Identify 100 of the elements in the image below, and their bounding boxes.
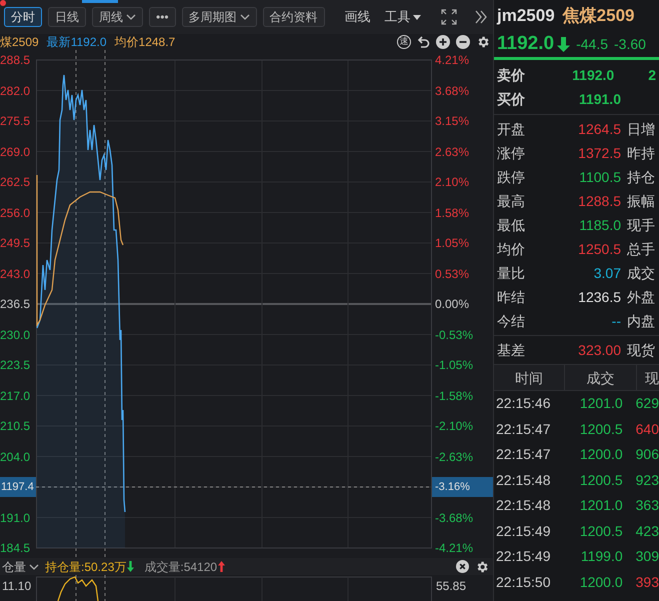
- table-cell-text: 906: [636, 445, 659, 464]
- table-cell-text: 22:15:48: [495, 470, 552, 490]
- table-cell-text: 393: [636, 572, 659, 592]
- price-change: -44.5: [576, 34, 608, 54]
- axis-label: 282.0: [0, 82, 32, 100]
- quote-label: 昨结: [497, 288, 526, 306]
- undo-icon[interactable]: [417, 36, 430, 48]
- table-cell-text: 22:15:50: [495, 572, 552, 592]
- quote-label: 振幅: [627, 192, 655, 210]
- quote-label: 昨持: [627, 144, 655, 162]
- settings-icon[interactable]: [475, 560, 489, 574]
- quote-label: 总手: [627, 240, 655, 258]
- toolbar-button[interactable]: 多周期图: [182, 7, 257, 27]
- table-cell-text: 22:15:46: [495, 394, 552, 414]
- quote-label: 成交: [627, 264, 655, 282]
- axis-label: 269.0: [0, 144, 32, 160]
- quote-label: 买价: [497, 90, 526, 108]
- toolbar-button[interactable]: 分时: [4, 7, 42, 27]
- table-cell-text: 309: [636, 547, 659, 566]
- quote-value: 323.00: [577, 340, 621, 360]
- axis-label: 2.63%: [434, 144, 470, 160]
- axis-label: 288.5: [0, 52, 32, 69]
- open-interest-line: [57, 576, 99, 601]
- toolbar-action[interactable]: 画线: [340, 7, 375, 27]
- quote-label: 日增: [627, 120, 655, 138]
- axis-label: 0.00%: [434, 296, 470, 313]
- zoom-out-icon[interactable]: [456, 35, 470, 49]
- zoom-in-icon[interactable]: [436, 35, 450, 49]
- latest-price: 最新1192.0: [46, 34, 107, 51]
- close-icon[interactable]: [456, 560, 469, 573]
- quote-label: 最高: [497, 192, 526, 210]
- axis-label: -4.21%: [434, 540, 474, 557]
- axis-label: -3.68%: [434, 510, 474, 526]
- axis-label: 3.68%: [434, 82, 470, 100]
- table-cell-text: 629: [636, 394, 659, 414]
- toolbar-button[interactable]: 合约资料: [262, 7, 325, 27]
- quote-label: 现货: [627, 340, 655, 360]
- quote-label: 基差: [497, 340, 526, 360]
- table-cell-text: 1201.0: [578, 496, 623, 516]
- table-cell-text: 640: [636, 420, 659, 439]
- axis-label: 249.5: [0, 235, 32, 252]
- axis-label: 184.5: [0, 540, 32, 557]
- contract-code: jm2509: [497, 5, 555, 28]
- axis-label: 275.5: [0, 113, 32, 130]
- quote-value: 1264.5: [577, 120, 621, 138]
- quote-value: --: [610, 312, 621, 330]
- symbol-label: 煤2509: [0, 34, 39, 51]
- cursor-value-tag: -3.16%: [432, 477, 493, 497]
- axis-label: 223.5: [0, 357, 32, 374]
- table-cell-text: 1199.0: [580, 547, 623, 566]
- last-price: 1192.0: [497, 32, 554, 56]
- quote-label: 今结: [497, 312, 526, 330]
- column-header[interactable]: 现: [636, 365, 659, 390]
- caret-icon: [29, 564, 39, 570]
- axis-label: 262.5: [0, 174, 32, 191]
- fullscreen-icon[interactable]: [441, 9, 457, 25]
- quote-label: 开盘: [497, 120, 526, 138]
- axis-label: 1.05%: [434, 235, 470, 252]
- axis-label: 11.10: [1, 579, 32, 593]
- axis-label: 210.5: [0, 418, 32, 435]
- column-header[interactable]: 成交: [564, 365, 636, 390]
- axis-label: -2.10%: [434, 418, 474, 435]
- toolbar-button[interactable]: 周线: [92, 7, 143, 27]
- axis-label: -1.58%: [434, 388, 474, 404]
- toolbar-action[interactable]: 工具: [380, 7, 425, 27]
- quote-value: 1288.5: [577, 192, 621, 210]
- axis-label: 4.21%: [434, 52, 470, 69]
- axis-label: 3.15%: [434, 113, 470, 130]
- table-cell-text: 22:15:49: [495, 547, 552, 566]
- cursor-value-tag: 1197.4: [0, 477, 36, 497]
- quote-label: 持仓: [627, 168, 655, 186]
- down-arrow-icon: [557, 36, 570, 52]
- axis-label: -2.63%: [434, 448, 474, 466]
- quote-value: 1192.0: [571, 66, 614, 84]
- axis-label: 243.0: [0, 266, 32, 282]
- speed-button[interactable]: 速: [397, 35, 411, 49]
- settings-icon[interactable]: [476, 35, 490, 49]
- volume-label: 成交量:54120: [144, 558, 218, 576]
- column-header[interactable]: 时间: [494, 365, 564, 390]
- quote-label: 均价: [497, 240, 526, 258]
- quote-label: 内盘: [627, 312, 655, 330]
- toolbar-button[interactable]: 日线: [48, 7, 86, 27]
- indicator-selector[interactable]: 仓量: [0, 558, 39, 576]
- axis-label: 230.0: [0, 326, 32, 344]
- contract-name: 焦煤2509: [562, 5, 634, 28]
- table-cell-text: 22:15:47: [495, 420, 552, 439]
- percent-change: -3.60: [614, 34, 646, 54]
- table-cell-text: 1200.5: [578, 420, 623, 439]
- axis-label: 256.0: [0, 204, 32, 222]
- open-interest-label: 持仓量:50.23万: [45, 558, 126, 576]
- table-cell-text: 1200.5: [578, 522, 623, 541]
- table-cell-text: 1201.0: [578, 394, 623, 414]
- expand-icon[interactable]: [475, 10, 487, 24]
- toolbar-button[interactable]: •••: [149, 7, 176, 27]
- table-cell-text: 923: [636, 470, 659, 490]
- table-cell-text: 1200.0: [578, 572, 623, 592]
- quote-value: 1250.5: [577, 240, 621, 258]
- quote-value: 1191.0: [578, 90, 621, 108]
- axis-label: 191.0: [0, 510, 32, 526]
- quote-value: 3.07: [592, 264, 621, 282]
